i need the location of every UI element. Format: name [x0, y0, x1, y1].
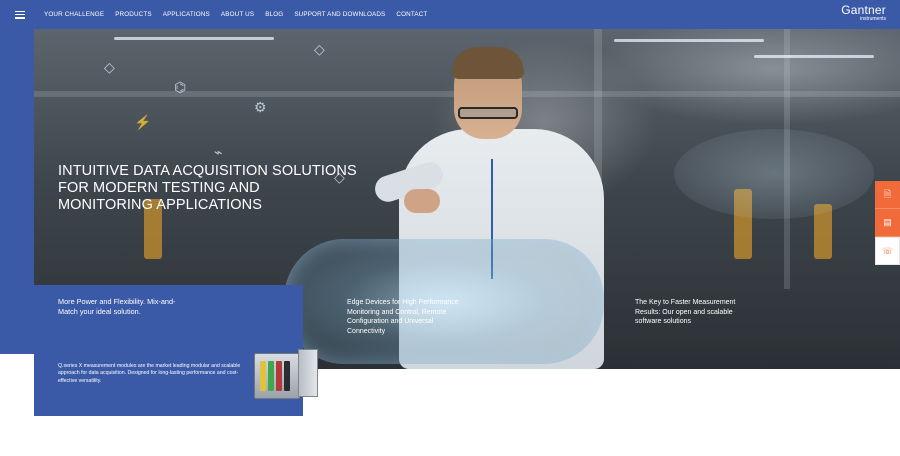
- hologram-icon: ◇: [314, 41, 325, 57]
- nav-item-products[interactable]: PRODUCTS: [115, 11, 152, 18]
- feature-heading: More Power and Flexibility. Mix-and-Matc…: [58, 297, 176, 316]
- main-nav: YOUR CHALLENGE PRODUCTS APPLICATIONS ABO…: [44, 11, 427, 18]
- ceiling-light: [754, 55, 874, 58]
- gantner-logo[interactable]: Gantner instruments: [841, 4, 886, 22]
- qseries-module-image: [254, 347, 322, 399]
- hero-title: INTUITIVE DATA ACQUISITION SOLUTIONS FOR…: [58, 163, 357, 213]
- hologram-icon: ⌬: [174, 79, 187, 95]
- nav-item-support-and-downloads[interactable]: SUPPORT AND DOWNLOADS: [294, 11, 385, 18]
- hologram-icon: ⌁: [214, 144, 223, 160]
- document-icon[interactable]: 🗎: [875, 181, 900, 209]
- hologram-icon: ◇: [104, 59, 115, 75]
- nav-item-applications[interactable]: APPLICATIONS: [163, 11, 210, 18]
- ceiling-light: [614, 39, 764, 42]
- hologram-icon: ⚙: [254, 99, 267, 115]
- newsletter-icon[interactable]: ▤: [875, 209, 900, 237]
- ceiling-light: [114, 37, 274, 40]
- left-side-strip: [0, 29, 34, 354]
- logo-name: Gantner: [841, 3, 886, 17]
- menu-icon[interactable]: [15, 10, 25, 19]
- top-navigation-bar: YOUR CHALLENGE PRODUCTS APPLICATIONS ABO…: [0, 0, 900, 29]
- nav-item-your-challenge[interactable]: YOUR CHALLENGE: [44, 11, 104, 18]
- nav-item-contact[interactable]: CONTACT: [396, 11, 427, 18]
- engineer-glasses: [458, 107, 518, 119]
- feature-link-edge-devices[interactable]: Edge Devices for High Performance Monito…: [347, 298, 467, 336]
- page: YOUR CHALLENGE PRODUCTS APPLICATIONS ABO…: [0, 0, 900, 456]
- engineer-hair: [452, 47, 524, 79]
- floating-side-buttons: 🗎 ▤ ☏: [875, 181, 900, 265]
- feature-body: Q.series X measurement modules are the m…: [58, 363, 241, 384]
- nav-item-about-us[interactable]: ABOUT US: [221, 11, 254, 18]
- engineer-hand: [404, 189, 440, 213]
- nav-item-blog[interactable]: BLOG: [265, 11, 283, 18]
- background-glow: [674, 129, 874, 219]
- hologram-icon: ⚡: [134, 114, 152, 130]
- feature-link-software[interactable]: The Key to Faster Measurement Results: O…: [635, 298, 755, 327]
- feature-panel-qseries[interactable]: More Power and Flexibility. Mix-and-Matc…: [34, 285, 318, 416]
- chat-icon[interactable]: ☏: [875, 237, 900, 265]
